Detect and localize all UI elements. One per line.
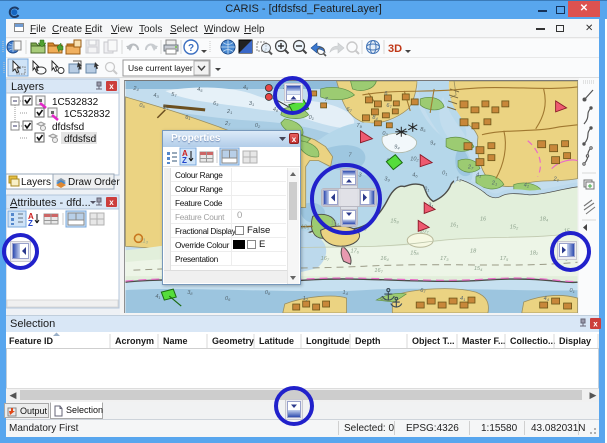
- svg-text:?: ?: [188, 43, 194, 54]
- svg-text:Use current layer: Use current layer: [128, 63, 193, 73]
- svg-text:18: 18: [470, 248, 477, 254]
- svg-text:42: 42: [524, 183, 530, 189]
- svg-text:158: 158: [410, 250, 419, 256]
- svg-text:Longitude: Longitude: [306, 336, 350, 346]
- svg-text:01: 01: [309, 115, 314, 121]
- svg-text:Layers: Layers: [21, 177, 51, 188]
- svg-text:67: 67: [386, 103, 392, 109]
- svg-text:67: 67: [420, 288, 426, 294]
- svg-text:01: 01: [424, 187, 429, 193]
- svg-text:44: 44: [544, 296, 550, 302]
- svg-text:03: 03: [382, 131, 388, 137]
- svg-text:Object T...: Object T...: [412, 336, 455, 346]
- svg-text:08: 08: [265, 290, 271, 296]
- svg-text:167: 167: [374, 268, 383, 274]
- svg-text:27: 27: [162, 105, 169, 111]
- svg-text:152: 152: [510, 224, 519, 230]
- svg-text:38: 38: [187, 290, 193, 296]
- svg-text:1C532832: 1C532832: [64, 109, 111, 120]
- svg-text:x: x: [109, 198, 114, 207]
- svg-text:41: 41: [476, 173, 481, 179]
- svg-text:12: 12: [456, 177, 462, 183]
- svg-text:Display: Display: [559, 336, 591, 346]
- svg-text:12: 12: [303, 296, 309, 302]
- svg-text:Feature ID: Feature ID: [9, 336, 54, 346]
- svg-text:61: 61: [185, 115, 190, 121]
- svg-text:27: 27: [467, 165, 474, 171]
- svg-text:Layers: Layers: [11, 81, 45, 93]
- svg-text:Depth: Depth: [355, 336, 381, 346]
- svg-text:x: x: [109, 82, 114, 91]
- svg-text:135: 135: [301, 224, 310, 230]
- svg-text:67: 67: [347, 107, 353, 113]
- svg-text:158: 158: [390, 218, 399, 224]
- svg-text:Name: Name: [163, 336, 188, 346]
- svg-text:Latitude: Latitude: [259, 336, 294, 346]
- svg-text:182: 182: [530, 250, 539, 256]
- svg-text:84: 84: [372, 115, 378, 121]
- svg-text:94: 94: [430, 141, 436, 147]
- svg-text:45: 45: [197, 87, 203, 93]
- svg-text:102: 102: [410, 157, 419, 163]
- svg-text:46: 46: [412, 173, 418, 179]
- svg-text:06: 06: [225, 296, 231, 302]
- svg-text:01: 01: [442, 171, 447, 177]
- svg-text:85: 85: [420, 127, 426, 133]
- svg-text:01: 01: [570, 288, 575, 294]
- svg-text:06: 06: [139, 103, 145, 109]
- svg-text:43: 43: [153, 93, 159, 99]
- svg-text:1C532832: 1C532832: [52, 97, 99, 108]
- svg-text:164: 164: [380, 256, 389, 262]
- svg-text:173: 173: [440, 256, 449, 262]
- svg-text:31: 31: [249, 101, 254, 107]
- svg-text:63: 63: [213, 101, 219, 107]
- svg-text:02: 02: [255, 123, 261, 129]
- svg-text:161: 161: [450, 222, 458, 228]
- svg-text:21: 21: [226, 109, 232, 115]
- svg-text:167: 167: [321, 256, 330, 262]
- svg-text:Attributes - dfd...: Attributes - dfd...: [10, 197, 91, 209]
- svg-text:dfdsfsd: dfdsfsd: [52, 122, 84, 133]
- svg-text:Geometry: Geometry: [212, 336, 254, 346]
- svg-text:24: 24: [132, 86, 139, 92]
- svg-text:41: 41: [155, 294, 160, 300]
- svg-text:41: 41: [460, 296, 465, 302]
- svg-text:184: 184: [540, 216, 549, 222]
- svg-text:16: 16: [480, 216, 487, 222]
- svg-text:3D: 3D: [388, 43, 402, 55]
- svg-text:21: 21: [553, 177, 559, 183]
- svg-text:45: 45: [243, 85, 249, 91]
- svg-text:21: 21: [491, 181, 497, 187]
- svg-text:x: x: [593, 320, 598, 329]
- svg-text:154: 154: [474, 266, 483, 272]
- svg-text:Z: Z: [182, 156, 187, 165]
- svg-text:94: 94: [394, 145, 400, 151]
- svg-text:Z: Z: [28, 219, 33, 228]
- svg-text:14: 14: [343, 290, 349, 296]
- svg-text:dfdsfsd: dfdsfsd: [64, 134, 96, 145]
- svg-text:Collectio...: Collectio...: [510, 336, 556, 346]
- svg-text:27: 27: [224, 121, 231, 127]
- svg-text:175: 175: [500, 256, 509, 262]
- svg-text:39: 39: [384, 177, 390, 183]
- svg-text:79: 79: [356, 123, 362, 129]
- svg-text:Draw Order: Draw Order: [68, 177, 120, 188]
- svg-text:176: 176: [351, 248, 360, 254]
- svg-text:Acronym: Acronym: [115, 336, 154, 346]
- svg-text:57: 57: [171, 92, 177, 98]
- svg-text:Master F...: Master F...: [462, 336, 506, 346]
